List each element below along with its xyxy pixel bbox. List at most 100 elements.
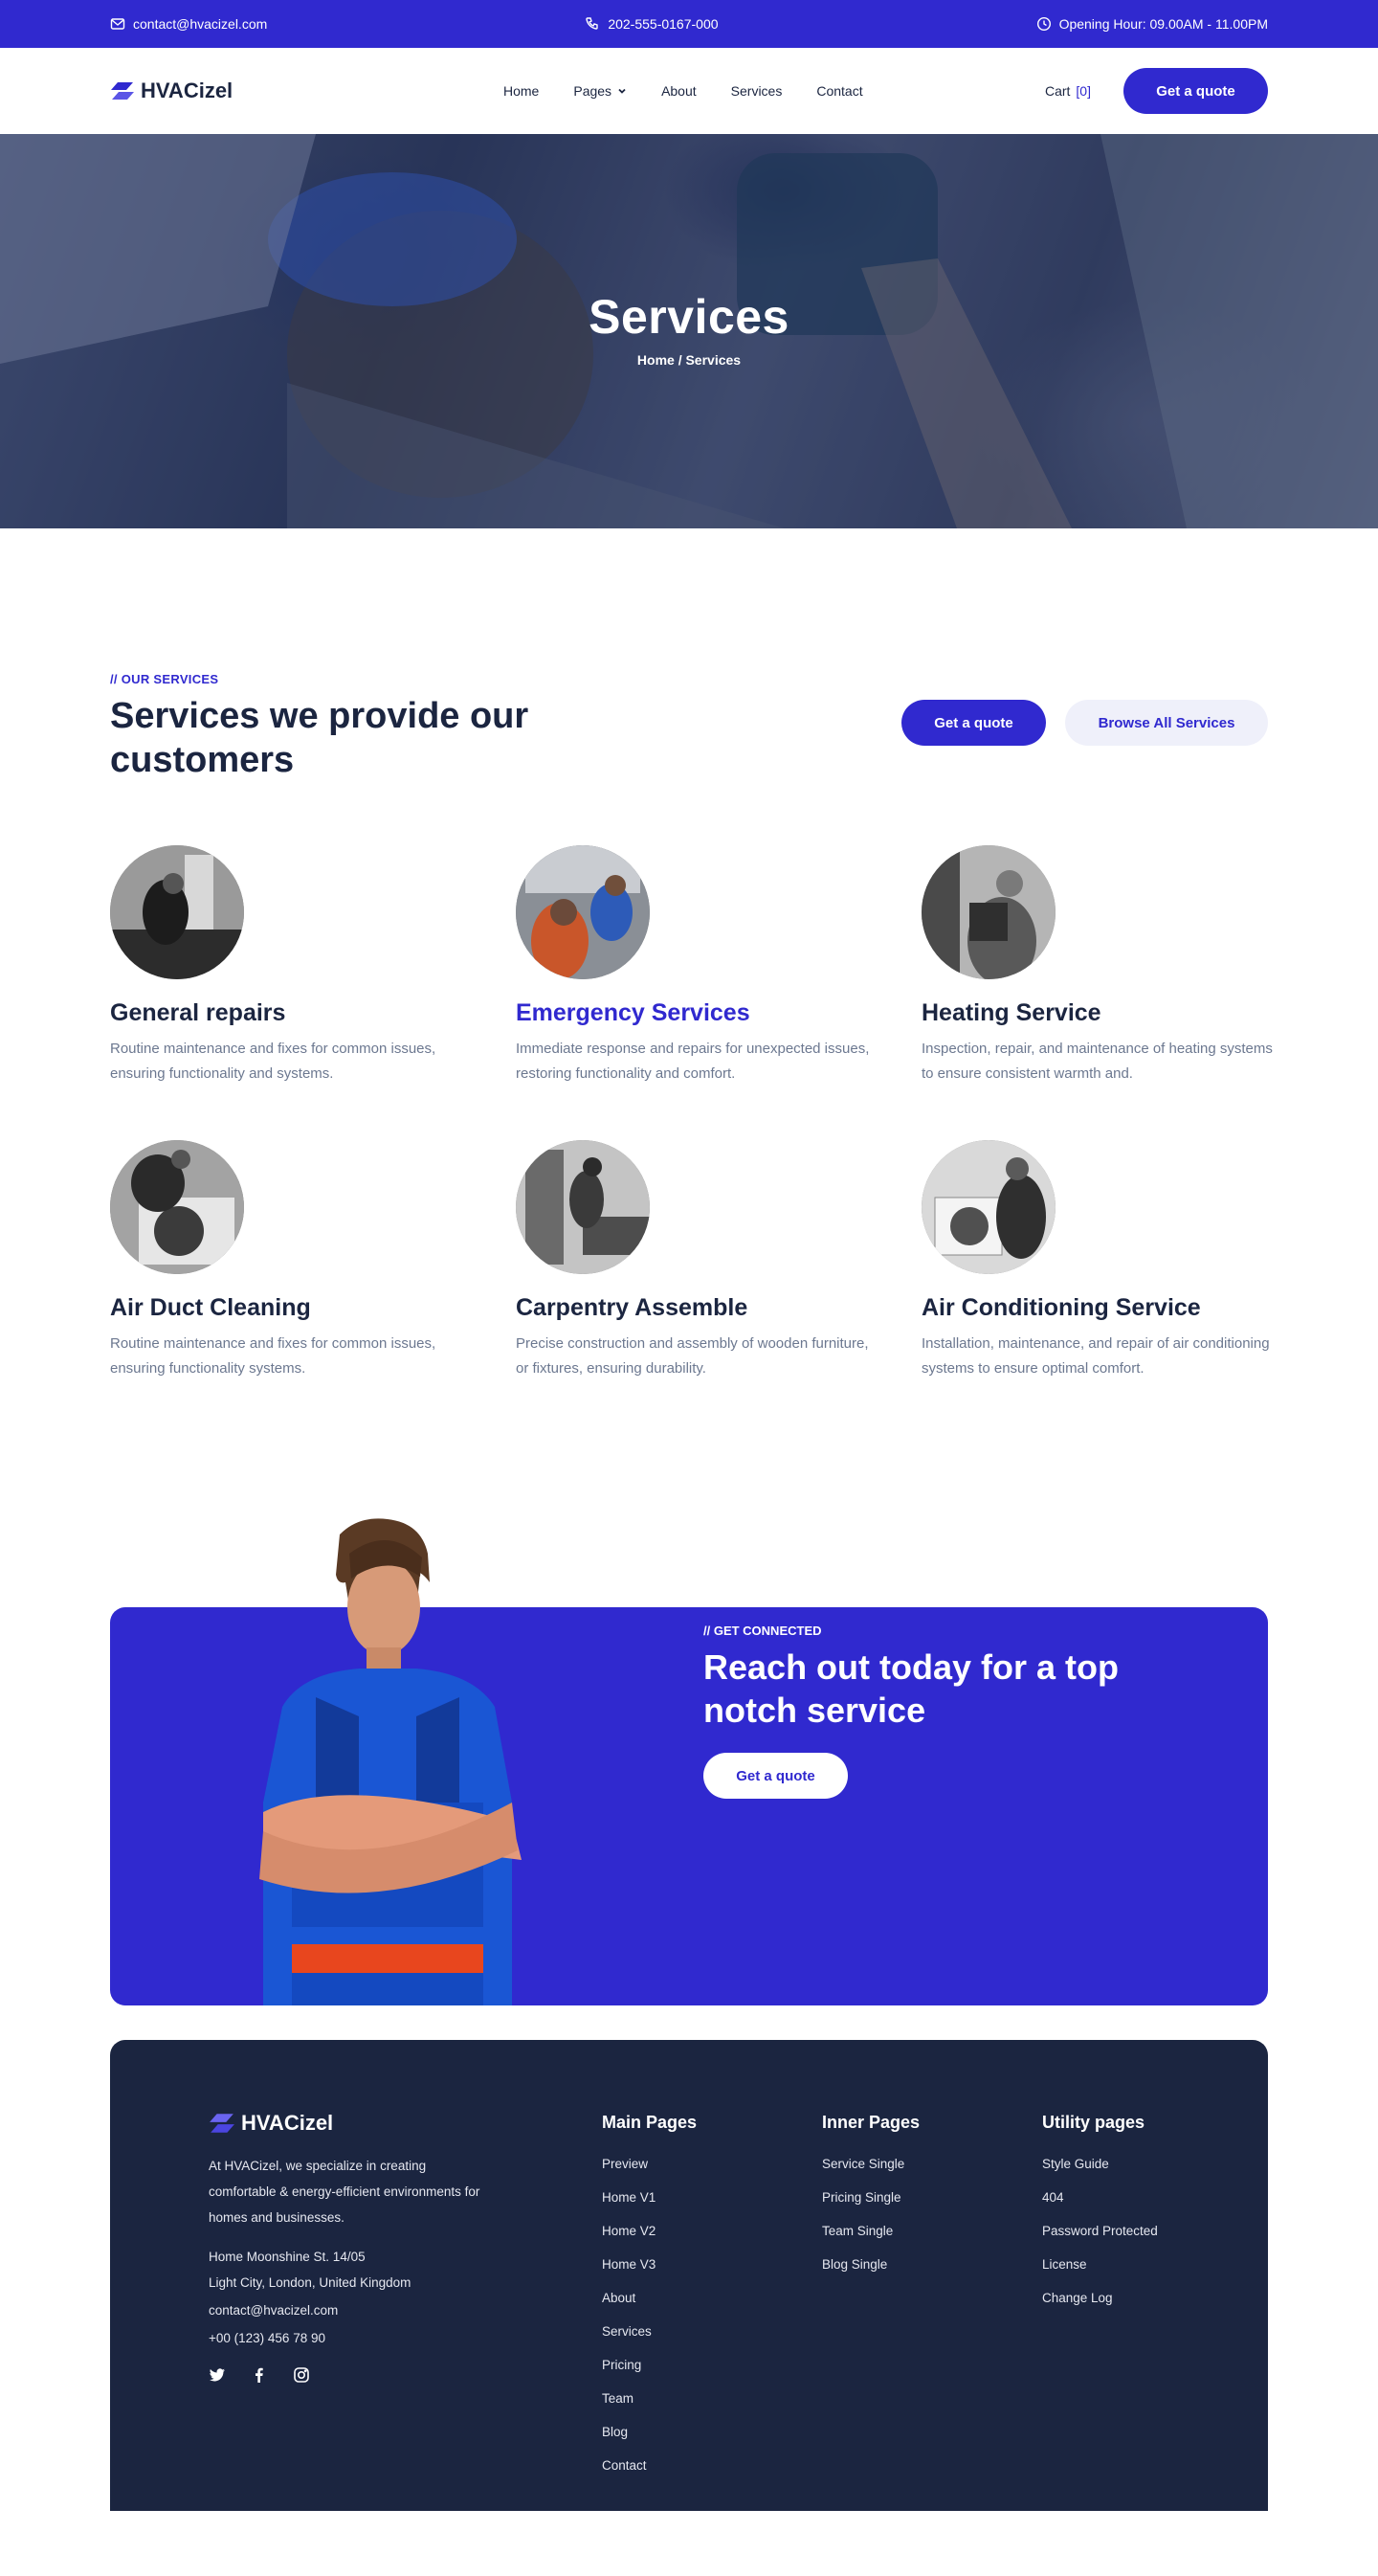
footer-utility-pages: Utility pages Style Guide 404 Password P… — [1042, 2111, 1262, 2482]
footer-link[interactable]: Pricing Single — [822, 2181, 1042, 2214]
service-title[interactable]: General repairs — [110, 999, 516, 1027]
service-title[interactable]: Emergency Services — [516, 999, 922, 1027]
topbar-email-text: contact@hvacizel.com — [133, 16, 268, 32]
nav-item-about[interactable]: About — [661, 83, 697, 99]
footer-logo[interactable]: HVACizel — [209, 2111, 602, 2136]
footer-link[interactable]: Home V1 — [602, 2181, 822, 2214]
footer-link[interactable]: Home V2 — [602, 2214, 822, 2248]
nav-item-home[interactable]: Home — [503, 83, 539, 99]
service-description: Routine maintenance and fixes for common… — [110, 1335, 436, 1377]
service-title[interactable]: Air Conditioning Service — [922, 1294, 1268, 1322]
footer-inner-pages: Inner Pages Service Single Pricing Singl… — [822, 2111, 1042, 2482]
topbar-email[interactable]: contact@hvacizel.com — [110, 16, 267, 32]
services-quote-button[interactable]: Get a quote — [901, 700, 1046, 746]
phone-icon — [586, 17, 599, 30]
footer-link[interactable]: Style Guide — [1042, 2147, 1262, 2181]
nav-item-pages[interactable]: Pages — [573, 83, 627, 99]
site-logo[interactable]: HVACizel — [110, 78, 301, 103]
service-image — [516, 845, 650, 979]
footer-address-line2: Light City, London, United Kingdom — [209, 2275, 411, 2290]
logo-mark-icon — [210, 2114, 234, 2133]
page-title: Services — [589, 290, 789, 344]
browse-services-button[interactable]: Browse All Services — [1065, 700, 1268, 746]
logo-mark-icon — [111, 82, 134, 100]
service-card[interactable]: Heating Service Inspection, repair, and … — [922, 845, 1273, 1086]
service-card[interactable]: General repairs Routine maintenance and … — [110, 845, 516, 1086]
facebook-icon[interactable] — [251, 2366, 268, 2384]
footer-link[interactable]: Change Log — [1042, 2281, 1262, 2315]
footer-about: At HVACizel, we specialize in creating c… — [209, 2159, 480, 2225]
twitter-icon[interactable] — [209, 2366, 226, 2384]
cart-link[interactable]: Cart [0] — [1045, 83, 1091, 99]
nav-item-pages-label: Pages — [573, 83, 612, 99]
service-description: Precise construction and assembly of woo… — [516, 1335, 869, 1377]
footer-link[interactable]: Preview — [602, 2147, 822, 2181]
footer-link[interactable]: Blog Single — [822, 2248, 1042, 2281]
services-grid: General repairs Routine maintenance and … — [110, 845, 1273, 1381]
service-card[interactable]: Air Duct Cleaning Routine maintenance an… — [110, 1140, 516, 1381]
footer-address-line1: Home Moonshine St. 14/05 — [209, 2250, 366, 2264]
footer-column-title: Inner Pages — [822, 2113, 921, 2132]
breadcrumb[interactable]: Home / Services — [0, 352, 1378, 368]
clock-icon — [1036, 16, 1051, 32]
service-description: Immediate response and repairs for unexp… — [516, 1041, 870, 1082]
footer-link[interactable]: Services — [602, 2315, 822, 2348]
footer-phone[interactable]: +00 (123) 456 78 90 — [209, 2331, 602, 2345]
footer-column-title: Utility pages — [1042, 2113, 1145, 2132]
footer-main-pages: Main Pages Preview Home V1 Home V2 Home … — [602, 2111, 822, 2482]
footer-link[interactable]: License — [1042, 2248, 1262, 2281]
service-description: Routine maintenance and fixes for common… — [110, 1041, 436, 1082]
service-image — [516, 1140, 650, 1274]
footer-email[interactable]: contact@hvacizel.com — [209, 2303, 602, 2318]
service-card[interactable]: Air Conditioning Service Installation, m… — [922, 1140, 1270, 1381]
services-eyebrow: // OUR SERVICES — [110, 672, 219, 686]
nav-item-services[interactable]: Services — [731, 83, 783, 99]
main-nav: Home Pages About Services Contact — [503, 83, 863, 99]
cart-label: Cart — [1044, 83, 1071, 99]
footer-link[interactable]: Home V3 — [602, 2248, 822, 2281]
footer-logo-text: HVACizel — [241, 2111, 334, 2135]
service-title[interactable]: Heating Service — [922, 999, 1268, 1027]
cart-count: [0] — [1076, 83, 1091, 99]
footer-link[interactable]: About — [602, 2281, 822, 2315]
topbar-hours: Opening Hour: 09.00AM - 11.00PM — [1036, 16, 1268, 32]
cta-heading: Reach out today for a top notch service — [703, 1647, 1120, 1730]
footer-link[interactable]: Team — [602, 2382, 822, 2415]
footer-link[interactable]: Blog — [602, 2415, 822, 2449]
cta-section: // GET CONNECTED Reach out today for a t… — [0, 1515, 1378, 2040]
social-links — [209, 2366, 602, 2384]
technician-image — [259, 1518, 522, 2005]
service-image — [110, 1140, 244, 1274]
instagram-icon[interactable] — [293, 2366, 310, 2384]
footer-link[interactable]: Pricing — [602, 2348, 822, 2382]
footer-link[interactable]: Contact — [602, 2449, 822, 2482]
site-header: HVACizel Home Pages About Services Conta… — [0, 48, 1378, 134]
footer-link[interactable]: Password Protected — [1042, 2214, 1262, 2248]
cta-quote-button[interactable]: Get a quote — [703, 1753, 848, 1799]
topbar-phone[interactable]: 202-555-0167-000 — [585, 16, 719, 32]
services-section: // OUR SERVICES Services we provide our … — [0, 528, 1378, 1515]
top-bar: contact@hvacizel.com 202-555-0167-000 Op… — [0, 0, 1378, 48]
service-card[interactable]: Emergency Services Immediate response an… — [516, 845, 922, 1086]
services-heading: Services we provide our customers — [110, 696, 529, 780]
logo-text: HVACizel — [141, 78, 233, 102]
topbar-hours-text: Opening Hour: 09.00AM - 11.00PM — [1058, 16, 1268, 32]
topbar-phone-text: 202-555-0167-000 — [608, 16, 719, 32]
cta-eyebrow: // GET CONNECTED — [703, 1624, 822, 1638]
header-quote-button[interactable]: Get a quote — [1123, 68, 1268, 114]
service-image — [110, 845, 244, 979]
service-image — [922, 845, 1056, 979]
footer-link[interactable]: Service Single — [822, 2147, 1042, 2181]
footer-link[interactable]: Team Single — [822, 2214, 1042, 2248]
service-title[interactable]: Carpentry Assemble — [516, 1294, 922, 1322]
service-description: Inspection, repair, and maintenance of h… — [922, 1041, 1273, 1082]
service-image — [922, 1140, 1056, 1274]
service-title[interactable]: Air Duct Cleaning — [110, 1294, 516, 1322]
service-card[interactable]: Carpentry Assemble Precise construction … — [516, 1140, 922, 1381]
site-footer: HVACizel At HVACizel, we specialize in c… — [110, 2040, 1268, 2511]
page-hero: Services Home / Services — [0, 134, 1378, 528]
chevron-down-icon — [618, 88, 626, 94]
mail-icon — [110, 18, 125, 30]
nav-item-contact[interactable]: Contact — [816, 83, 862, 99]
footer-link[interactable]: 404 — [1042, 2181, 1262, 2214]
